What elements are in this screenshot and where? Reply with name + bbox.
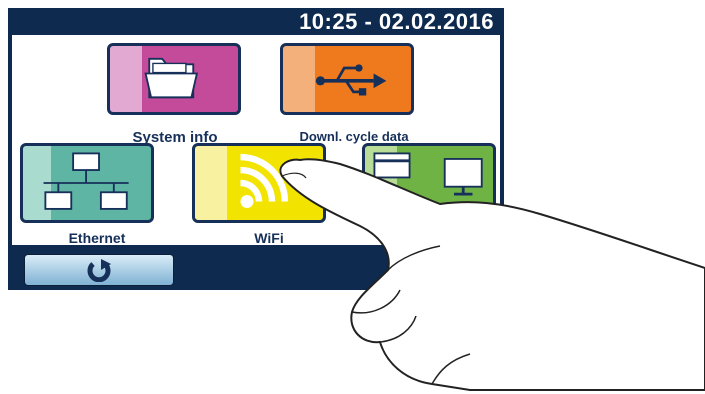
display-icon	[373, 152, 483, 196]
datetime-display: 10:25 - 02.02.2016	[299, 9, 494, 34]
footer-bar	[8, 248, 504, 290]
usb-icon	[315, 64, 387, 96]
wifi-icon	[240, 153, 289, 208]
folder-icon	[144, 57, 199, 99]
tile-download-cycle-data-label: Downl. cycle data	[299, 129, 409, 144]
menu-panel: System info Downl. cycle data Ethernet W…	[12, 35, 500, 245]
rotate-back-icon	[87, 259, 111, 282]
tile-ethernet-label: Ethernet	[68, 230, 126, 245]
tile-wifi[interactable]	[192, 143, 326, 223]
tile-wifi-label: WiFi	[254, 230, 284, 245]
tile-download-cycle-data[interactable]	[280, 43, 414, 115]
back-button[interactable]	[24, 254, 174, 286]
tile-display[interactable]	[362, 143, 496, 223]
network-icon	[43, 152, 129, 210]
header-bar: 10:25 - 02.02.2016	[8, 8, 504, 34]
device-screen: 10:25 - 02.02.2016 System info Downl. cy…	[8, 8, 504, 290]
tile-ethernet[interactable]	[20, 143, 154, 223]
tile-system-info[interactable]	[107, 43, 241, 115]
